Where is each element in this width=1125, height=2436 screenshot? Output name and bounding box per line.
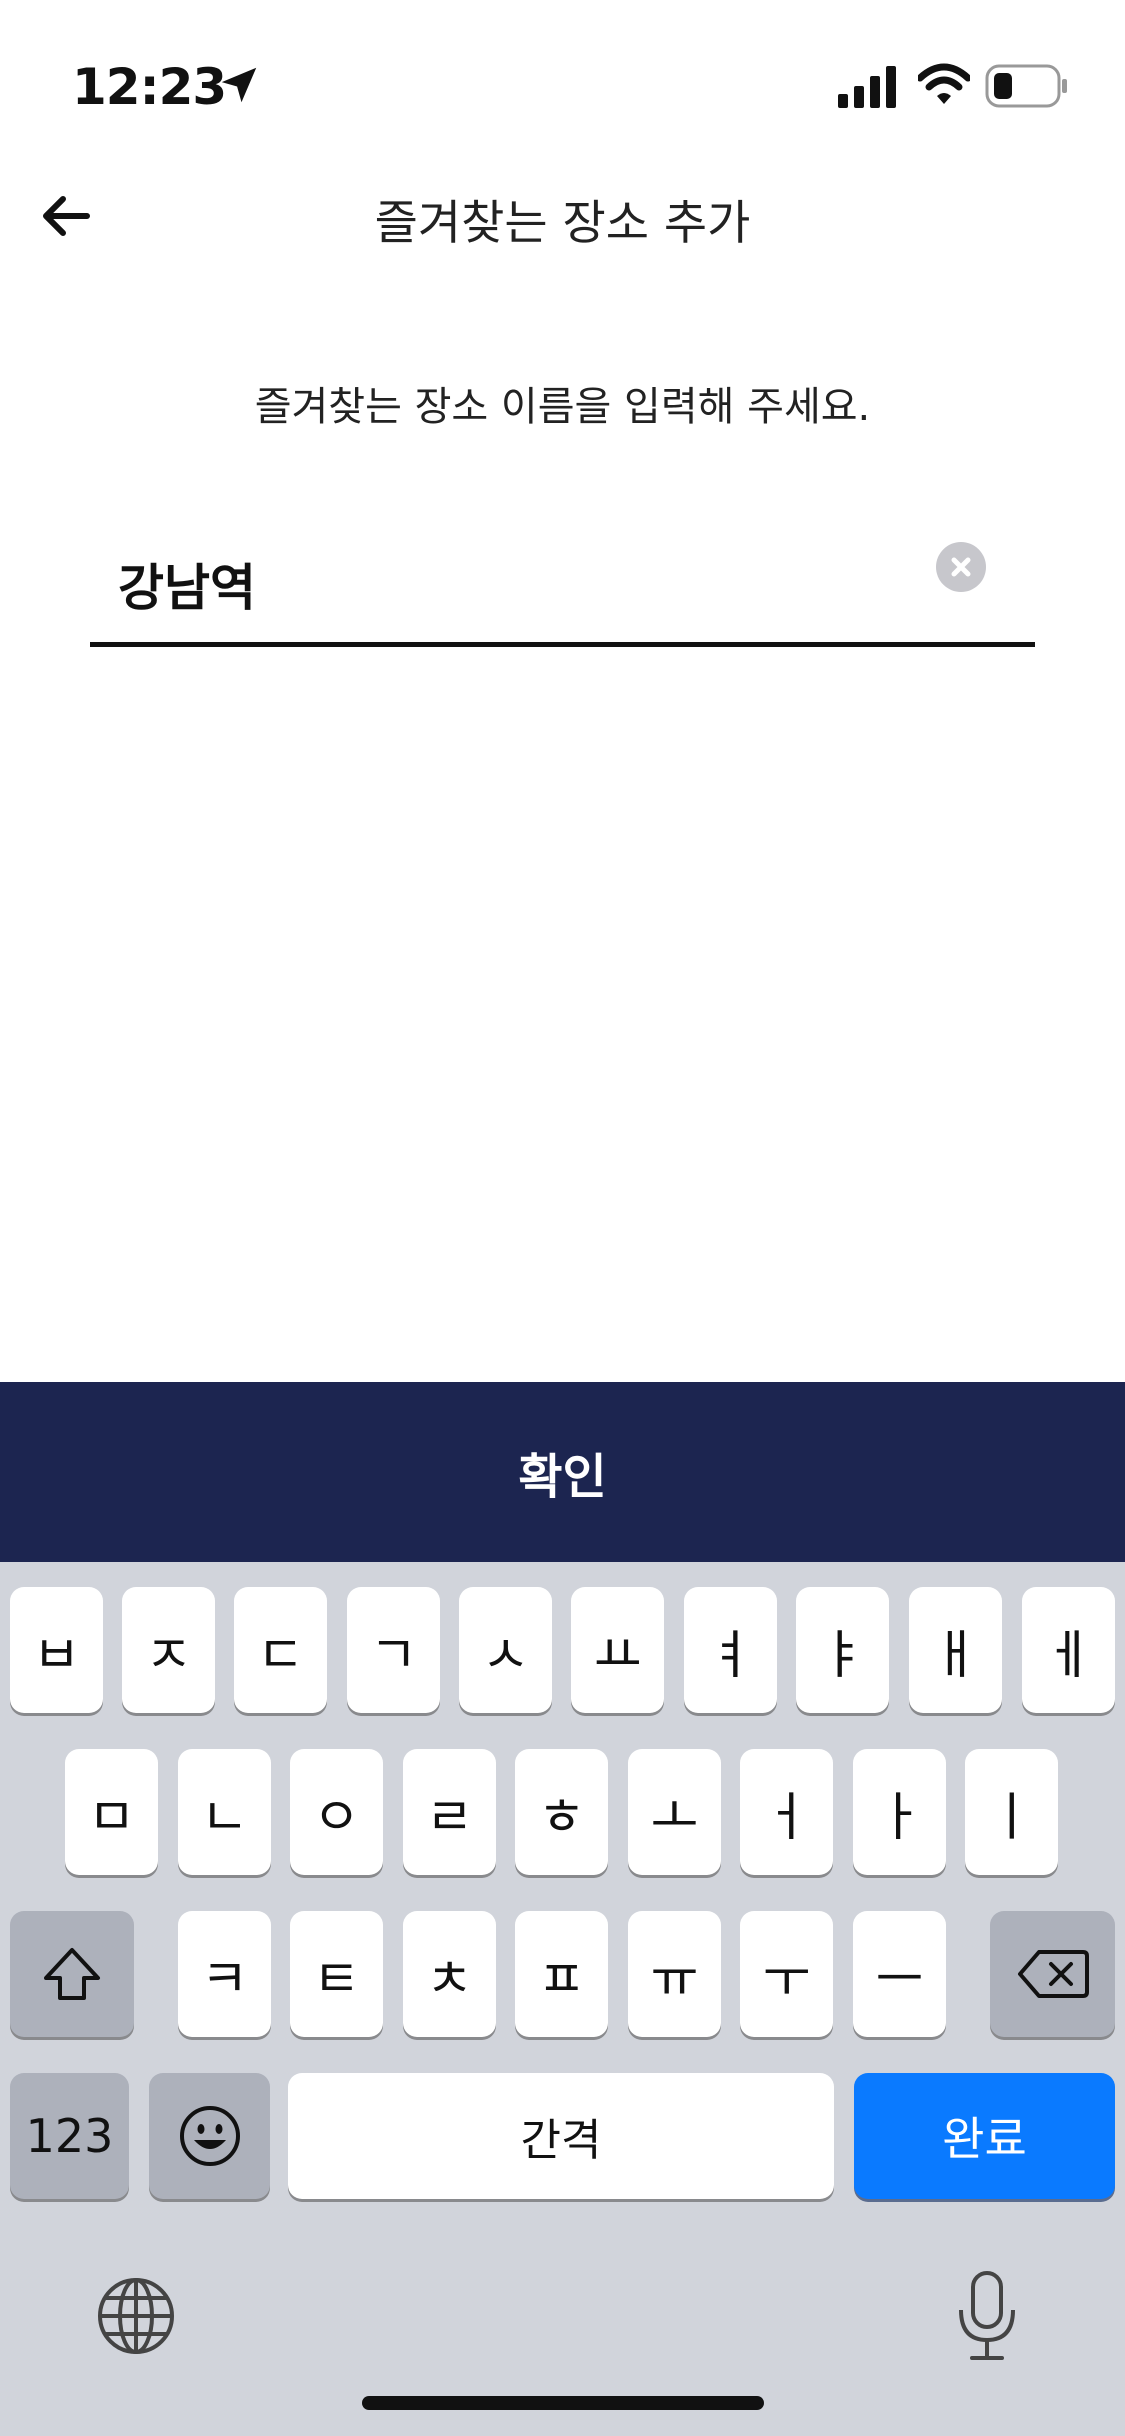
page-title: 즐겨찾는 장소 추가 xyxy=(374,196,751,251)
key[interactable]: ㅜ xyxy=(740,1911,833,2037)
signal-icon xyxy=(838,66,896,108)
prompt-text: 즐겨찾는 장소 이름을 입력해 주세요. xyxy=(254,384,871,430)
key[interactable]: ㅕ xyxy=(684,1587,777,1713)
emoji-icon xyxy=(179,2106,240,2166)
microphone-icon[interactable] xyxy=(956,2270,1018,2362)
key[interactable]: ㅛ xyxy=(571,1587,664,1713)
globe-icon[interactable] xyxy=(96,2276,176,2356)
numbers-key[interactable]: 123 xyxy=(10,2073,129,2199)
key[interactable]: ㅔ xyxy=(1022,1587,1115,1713)
shift-key[interactable] xyxy=(10,1911,134,2037)
key[interactable]: ㅎ xyxy=(515,1749,608,1875)
location-arrow-icon xyxy=(221,67,257,103)
key[interactable]: ㅅ xyxy=(459,1587,552,1713)
key[interactable]: ㄴ xyxy=(178,1749,271,1875)
navigation-header: 즐겨찾는 장소 추가 xyxy=(0,150,1125,280)
key[interactable]: ㅈ xyxy=(122,1587,215,1713)
backspace-icon xyxy=(1017,1950,1089,1998)
key[interactable]: ㅡ xyxy=(853,1911,946,2037)
battery-icon xyxy=(985,64,1067,108)
place-name-field xyxy=(90,520,1035,647)
key[interactable]: ㅗ xyxy=(628,1749,721,1875)
key[interactable]: ㅍ xyxy=(515,1911,608,2037)
key[interactable]: ㅊ xyxy=(403,1911,496,2037)
key[interactable]: ㄹ xyxy=(403,1749,496,1875)
key[interactable]: ㄱ xyxy=(347,1587,440,1713)
key[interactable]: ㅌ xyxy=(290,1911,383,2037)
status-time: 12:23 xyxy=(72,58,227,116)
place-name-input[interactable] xyxy=(118,536,918,632)
done-key[interactable]: 완료 xyxy=(854,2073,1115,2199)
key[interactable]: ㅑ xyxy=(796,1587,889,1713)
key[interactable]: ㅠ xyxy=(628,1911,721,2037)
confirm-button[interactable]: 확인 xyxy=(0,1382,1125,1562)
wifi-icon xyxy=(918,63,970,104)
home-indicator xyxy=(362,2396,764,2410)
key[interactable]: ㅂ xyxy=(10,1587,103,1713)
status-bar: 12:23 xyxy=(0,0,1125,150)
key[interactable]: ㅐ xyxy=(909,1587,1002,1713)
clear-button[interactable] xyxy=(936,542,986,592)
key[interactable]: ㅁ xyxy=(65,1749,158,1875)
key[interactable]: ㅋ xyxy=(178,1911,271,2037)
key[interactable]: ㄷ xyxy=(234,1587,327,1713)
key[interactable]: ㅓ xyxy=(740,1749,833,1875)
space-key[interactable]: 간격 xyxy=(288,2073,834,2199)
key[interactable]: ㅏ xyxy=(853,1749,946,1875)
clear-circle-icon xyxy=(951,557,971,577)
key[interactable]: ㅣ xyxy=(965,1749,1058,1875)
shift-icon xyxy=(44,1948,100,2000)
delete-key[interactable] xyxy=(990,1911,1115,2037)
emoji-key[interactable] xyxy=(149,2073,270,2199)
key[interactable]: ㅇ xyxy=(290,1749,383,1875)
